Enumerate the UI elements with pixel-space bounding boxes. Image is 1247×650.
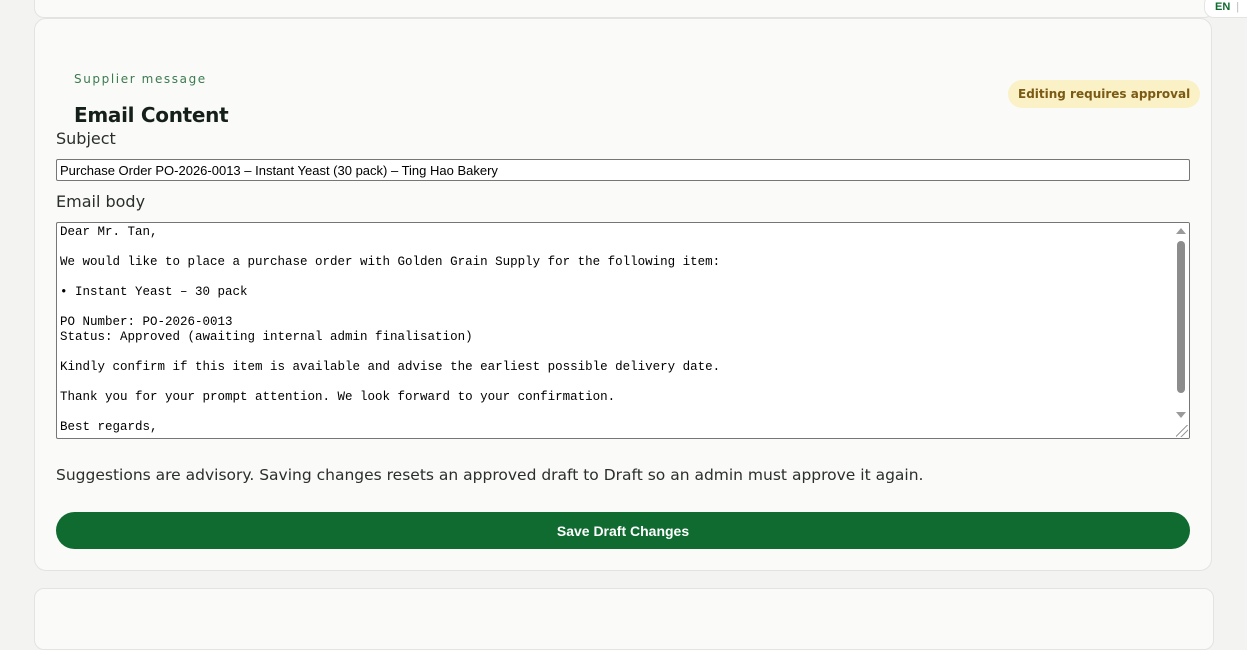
section-title: Email Content <box>74 103 229 127</box>
language-switcher[interactable]: EN | <box>1204 0 1247 18</box>
email-body-scrollbar[interactable] <box>1174 223 1189 438</box>
approval-status-badge: Editing requires approval <box>1008 80 1201 108</box>
advisory-hint: Suggestions are advisory. Saving changes… <box>56 466 924 484</box>
save-draft-button[interactable]: Save Draft Changes <box>56 512 1190 549</box>
previous-card <box>34 0 1214 18</box>
scroll-down-arrow-icon[interactable] <box>1176 412 1186 418</box>
language-separator: | <box>1236 1 1240 13</box>
section-eyebrow: Supplier message <box>74 72 207 86</box>
subject-input[interactable] <box>56 159 1190 181</box>
subject-label: Subject <box>56 129 116 148</box>
email-body-label: Email body <box>56 192 146 211</box>
next-card <box>34 588 1214 650</box>
email-body-textarea[interactable]: Dear Mr. Tan, We would like to place a p… <box>56 222 1190 439</box>
scroll-thumb[interactable] <box>1177 241 1185 393</box>
scroll-up-arrow-icon[interactable] <box>1176 228 1186 234</box>
email-content-card: Supplier message Email Content Editing r… <box>34 18 1212 571</box>
language-current[interactable]: EN <box>1215 1 1230 13</box>
email-body-text[interactable]: Dear Mr. Tan, We would like to place a p… <box>60 225 1173 435</box>
resize-grip-icon[interactable] <box>1176 425 1188 437</box>
